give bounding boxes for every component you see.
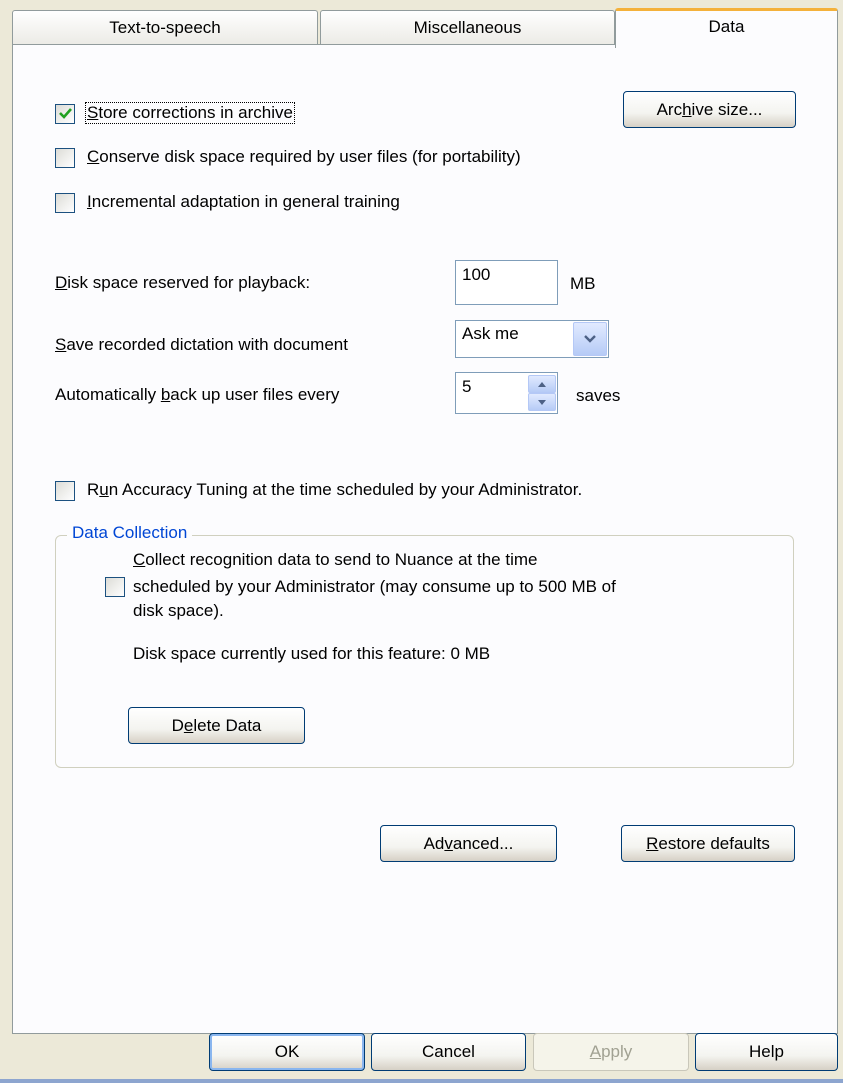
archive-size-button[interactable]: Arc h ive size... [623,91,796,128]
chevron-down-icon [584,335,596,343]
backup-frequency-value: 5 [462,377,472,396]
collect-recognition-checkbox[interactable] [105,577,125,597]
playback-size-input[interactable]: 100 [455,260,558,305]
arrow-up-icon [538,381,546,387]
collect-recognition-line-3[interactable]: disk space). [133,601,224,621]
checkmark-icon [59,108,72,119]
collect-recognition-line-1[interactable]: Collect recognition data to send to Nuan… [133,550,537,570]
apply-button[interactable]: Apply [533,1033,689,1071]
accuracy-tuning-checkbox[interactable] [55,481,75,501]
backup-unit: saves [576,386,621,405]
help-button[interactable]: Help [695,1033,838,1071]
spin-up-button[interactable] [528,375,556,393]
panel-content: Store corrections in archive Arc h ive siz… [0,0,843,1083]
save-recorded-label: Save recorded dictation with document [55,335,348,354]
incremental-adaptation-checkbox[interactable] [55,193,75,213]
restore-defaults-button[interactable]: Restore defaults [621,825,795,862]
playback-label: Disk space reserved for playback: [55,273,311,292]
save-recorded-dropdown-button[interactable] [573,322,607,356]
spin-down-button[interactable] [528,393,556,411]
conserve-disk-label[interactable]: Conserve disk space required by user fil… [87,147,521,167]
store-corrections-checkbox[interactable] [55,104,75,124]
arrow-down-icon [538,399,546,405]
ok-button[interactable]: OK [209,1033,365,1071]
collect-recognition-line-2[interactable]: scheduled by your Administrator (may con… [133,577,616,597]
data-collection-title: Data Collection [67,523,193,543]
advanced-button[interactable]: Ad v anced... [380,825,557,862]
accuracy-tuning-label[interactable]: Run Accuracy Tuning at the time schedule… [87,480,582,500]
store-corrections-label[interactable]: Store corrections in archive [85,102,295,124]
playback-unit: MB [570,274,596,293]
conserve-disk-checkbox[interactable] [55,148,75,168]
save-recorded-value: Ask me [462,324,519,343]
playback-size-value: 100 [462,265,491,284]
incremental-adaptation-label[interactable]: Incremental adaptation in general traini… [87,192,400,212]
delete-data-button[interactable]: De lete Data [128,707,305,744]
disk-space-used-text: Disk space currently used for this featu… [133,644,491,663]
cancel-button[interactable]: Cancel [371,1033,526,1071]
backup-label: Automatically back up user files every [55,385,340,404]
